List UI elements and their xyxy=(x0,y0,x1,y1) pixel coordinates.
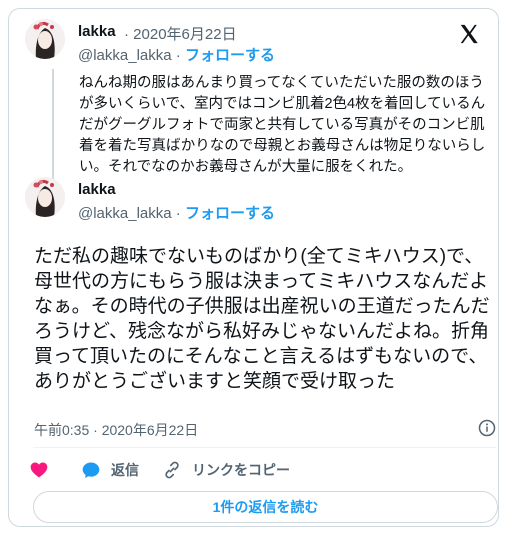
heart-icon xyxy=(30,462,48,478)
avatar-illustration xyxy=(25,19,65,59)
author-handle[interactable]: @lakka_lakka xyxy=(78,205,172,222)
tweet-timestamp[interactable]: 午前0:35 · 2020年6月22日 xyxy=(34,420,198,440)
reply-button[interactable]: 返信 xyxy=(81,460,139,480)
handle-row: @lakka_lakka · フォローする xyxy=(78,202,275,223)
read-replies-button[interactable]: 1件の返信を読む xyxy=(33,491,498,523)
x-logo-icon[interactable] xyxy=(458,23,480,45)
tweet-text: ただ私の趣味でないものばかり(全てミキハウス)で、母世代の方にもらう服は決まって… xyxy=(34,246,490,392)
reply-label: 返信 xyxy=(111,462,139,478)
quoted-date[interactable]: 2020年6月22日 xyxy=(133,26,236,43)
thread-connector-line xyxy=(52,69,54,181)
like-button[interactable] xyxy=(29,460,59,480)
quoted-handle[interactable]: @lakka_lakka xyxy=(78,47,172,64)
avatar[interactable] xyxy=(25,177,65,217)
author-name[interactable]: lakka xyxy=(78,181,116,198)
separator-dot: · xyxy=(175,205,181,222)
link-icon xyxy=(165,461,179,479)
quoted-tweet-text: ねんね期の服はあんまり買ってなくていただいた服の数のほうが多いくらいで、室内では… xyxy=(79,75,486,175)
speech-bubble-icon xyxy=(82,462,100,478)
quoted-handle-row: @lakka_lakka · フォローする xyxy=(78,44,275,65)
copy-link-button[interactable]: リンクをコピー xyxy=(162,460,290,480)
quoted-author-name[interactable]: lakka xyxy=(78,23,116,40)
info-icon[interactable] xyxy=(478,419,496,437)
separator-dot: · xyxy=(175,47,181,64)
avatar[interactable] xyxy=(25,19,65,59)
quoted-date-meta: · 2020年6月22日 xyxy=(124,23,237,44)
follow-button[interactable]: フォローする xyxy=(185,205,275,222)
tweet-embed-card: lakka · 2020年6月22日 @lakka_lakka · フォローする… xyxy=(8,8,499,527)
follow-button[interactable]: フォローする xyxy=(185,47,275,64)
avatar-illustration xyxy=(25,177,65,217)
separator-dot: · xyxy=(124,26,129,43)
copy-link-label: リンクをコピー xyxy=(192,462,290,478)
divider xyxy=(33,447,496,448)
